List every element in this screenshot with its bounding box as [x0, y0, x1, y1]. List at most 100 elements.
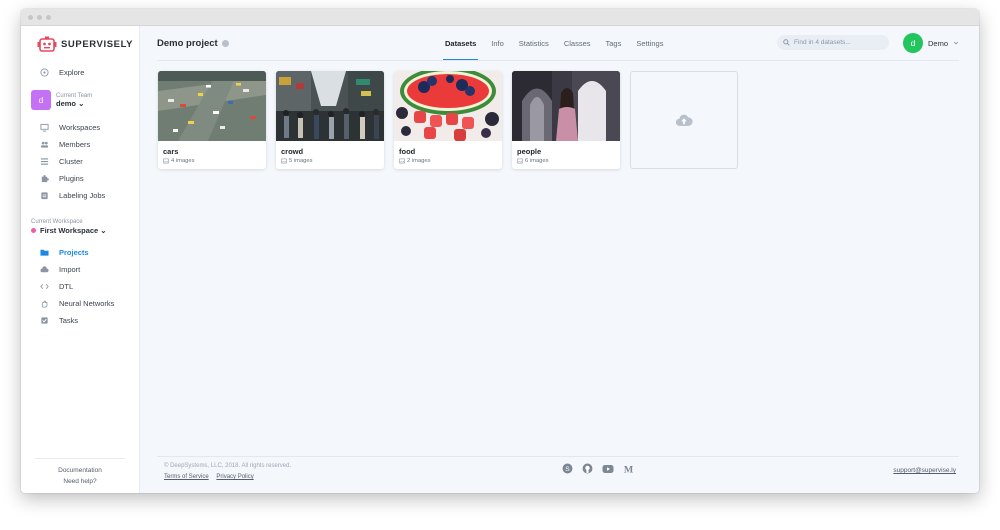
sidebar-item-label: Members [59, 140, 91, 149]
brand-logo[interactable]: SUPERVISELY [21, 26, 139, 62]
image-icon [281, 158, 287, 164]
dataset-image-count: 4 images [158, 156, 266, 164]
sidebar-item-workspaces[interactable]: Workspaces [21, 119, 139, 136]
image-icon [163, 158, 169, 164]
tab-info[interactable]: Info [491, 26, 504, 60]
tab-datasets[interactable]: Datasets [442, 26, 479, 60]
sidebar-item-dtl[interactable]: DTL [21, 278, 139, 295]
dataset-thumbnail [276, 71, 384, 141]
sidebar-item-label: Cluster [59, 157, 83, 166]
dataset-thumbnail [512, 71, 620, 141]
sidebar-item-label: Tasks [59, 316, 79, 325]
people-photo [512, 71, 620, 141]
sidebar-item-tasks[interactable]: Tasks [21, 312, 139, 329]
sidebar-item-label: Plugins [59, 174, 84, 183]
robot-logo-icon [37, 36, 57, 52]
workspace-label: Current Workspace [31, 219, 83, 225]
dataset-card-cars[interactable]: cars 4 images [158, 71, 266, 169]
tab-bar: Datasets Info Statistics Classes Tags Se… [442, 26, 678, 60]
dataset-card-people[interactable]: people 6 images [512, 71, 620, 169]
dataset-thumbnail [158, 71, 266, 141]
github-icon[interactable] [582, 463, 593, 474]
tab-statistics[interactable]: Statistics [519, 26, 549, 60]
workspace-color-dot [31, 228, 36, 233]
search-input[interactable] [794, 39, 884, 46]
privacy-policy-link[interactable]: Privacy Policy [216, 474, 253, 480]
sidebar-item-cluster[interactable]: Cluster [21, 153, 139, 170]
clipboard-icon [40, 191, 49, 200]
brand-name: SUPERVISELY [61, 38, 134, 50]
dataset-card-food[interactable]: food 2 images [394, 71, 502, 169]
window-titlebar [21, 9, 979, 26]
info-circle-icon[interactable] [221, 39, 229, 47]
monitor-icon [40, 123, 49, 132]
terms-of-service-link[interactable]: Terms of Service [164, 474, 209, 480]
workspace-switcher[interactable]: First Workspace ⌄ [21, 226, 139, 235]
dataset-name: cars [163, 147, 179, 156]
user-avatar: d [902, 33, 923, 53]
tab-tags[interactable]: Tags [606, 26, 622, 60]
sidebar-item-label: Labeling Jobs [59, 191, 106, 200]
tab-settings[interactable]: Settings [636, 26, 663, 60]
team-switcher[interactable]: d Current Team demo ⌄ [21, 89, 139, 111]
puzzle-icon [40, 174, 49, 183]
sidebar: SUPERVISELY Explore d Current Team demo … [21, 26, 140, 493]
sidebar-item-labeling-jobs[interactable]: Labeling Jobs [21, 187, 139, 204]
support-email-link[interactable]: support@supervise.ly [893, 467, 956, 474]
copyright-text: © DeepSystems, LLC, 2018. All rights res… [164, 463, 292, 469]
tab-classes[interactable]: Classes [564, 26, 591, 60]
sidebar-item-projects[interactable]: Projects [21, 244, 139, 261]
checklist-icon [40, 316, 49, 325]
image-icon [399, 158, 405, 164]
cloud-upload-icon [40, 265, 49, 274]
user-menu[interactable]: d Demo [902, 33, 959, 53]
sidebar-item-label: Import [59, 265, 81, 274]
project-title-text: Demo project [157, 37, 218, 49]
workspace-name: First Workspace ⌄ [40, 226, 107, 235]
dataset-card-crowd[interactable]: crowd 5 images [276, 71, 384, 169]
help-link[interactable]: Need help? [35, 476, 125, 487]
sidebar-item-members[interactable]: Members [21, 136, 139, 153]
sidebar-item-label: Neural Networks [59, 299, 115, 308]
sidebar-item-plugins[interactable]: Plugins [21, 170, 139, 187]
page-footer: © DeepSystems, LLC, 2018. All rights res… [157, 456, 959, 487]
cars-photo [158, 71, 266, 141]
sidebar-item-neural-networks[interactable]: Neural Networks [21, 295, 139, 312]
app-window: SUPERVISELY Explore d Current Team demo … [21, 9, 979, 493]
youtube-icon[interactable] [602, 464, 614, 474]
image-icon [517, 158, 523, 164]
sidebar-item-label: DTL [59, 282, 74, 291]
folder-icon [40, 248, 49, 257]
window-close-dot[interactable] [28, 14, 33, 20]
cloud-upload-icon [675, 114, 693, 126]
dataset-thumbnail [394, 71, 502, 141]
sidebar-item-explore[interactable]: Explore [21, 64, 139, 81]
slack-icon[interactable]: S [562, 463, 573, 474]
sidebar-item-import[interactable]: Import [21, 261, 139, 278]
window-minimize-dot[interactable] [37, 14, 42, 20]
dataset-search[interactable] [777, 35, 889, 50]
people-icon [40, 140, 49, 149]
svg-text:M: M [624, 464, 634, 474]
chevron-down-icon [953, 41, 959, 45]
crowd-photo [276, 71, 384, 141]
window-maximize-dot[interactable] [46, 14, 51, 20]
list-icon [40, 157, 49, 166]
social-links: S M [562, 463, 634, 474]
team-avatar: d [31, 90, 51, 110]
dataset-name: crowd [281, 147, 304, 156]
sidebar-footer: Documentation Need help? [35, 458, 125, 487]
dataset-image-count: 6 images [512, 156, 620, 164]
dataset-image-count: 5 images [276, 156, 384, 164]
compass-icon [40, 68, 49, 77]
dataset-name: people [517, 147, 542, 156]
dataset-grid: cars 4 images crowd 5 images food 2 imag… [158, 71, 738, 169]
top-bar: Demo project Datasets Info Statistics Cl… [157, 26, 959, 61]
upload-dataset-button[interactable] [630, 71, 738, 169]
food-photo [394, 71, 502, 141]
documentation-link[interactable]: Documentation [35, 465, 125, 476]
svg-text:S: S [565, 466, 570, 473]
sidebar-item-label: Projects [59, 248, 89, 257]
dataset-name: food [399, 147, 416, 156]
medium-icon[interactable]: M [623, 463, 634, 474]
